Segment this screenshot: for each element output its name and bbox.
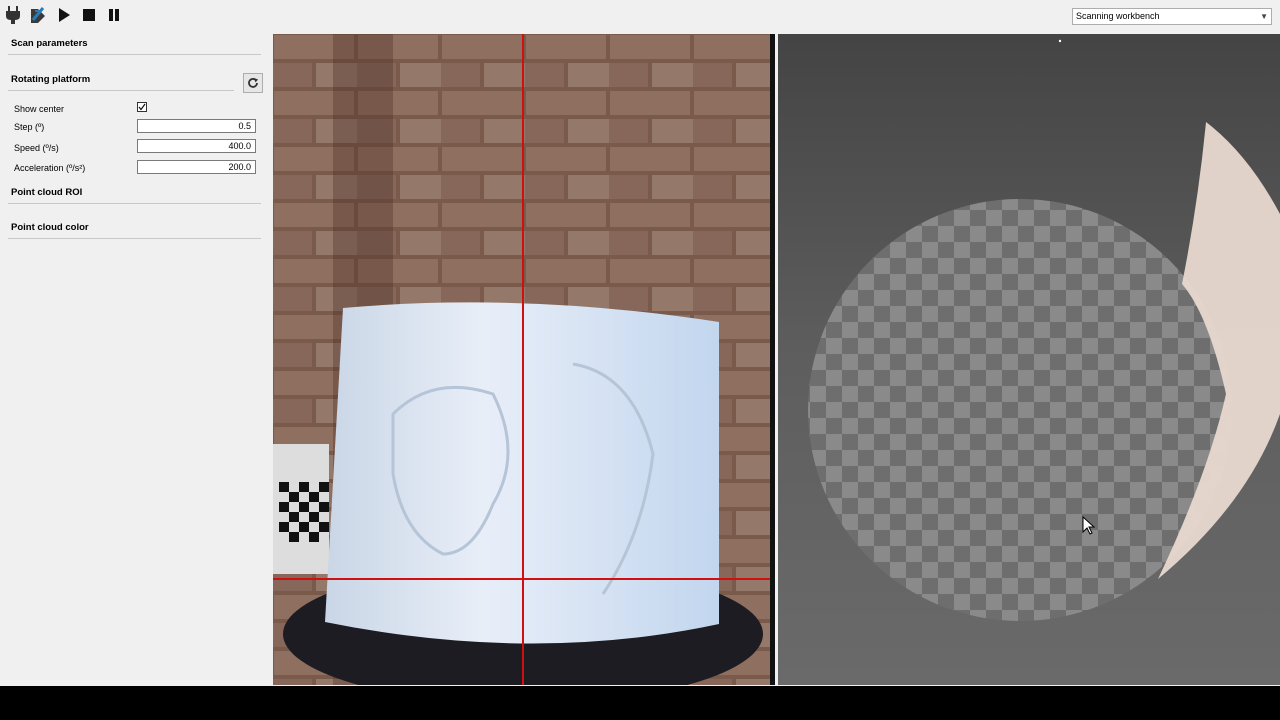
point-cloud-roi-header[interactable]: Point cloud ROI <box>11 187 82 198</box>
camera-image <box>273 34 770 685</box>
speed-label: Speed (º/s) <box>14 143 59 153</box>
acceleration-input[interactable]: 200.0 <box>137 160 256 174</box>
divider <box>8 90 234 91</box>
stop-button[interactable] <box>77 3 101 27</box>
chevron-down-icon: ▼ <box>1260 12 1268 21</box>
show-center-label: Show center <box>14 104 65 114</box>
rotating-platform-header[interactable]: Rotating platform <box>11 74 90 85</box>
stop-icon <box>83 9 95 21</box>
step-label: Step (º) <box>14 122 45 132</box>
play-button[interactable] <box>52 3 76 27</box>
workbench-select[interactable]: Scanning workbench ▼ <box>1072 8 1272 25</box>
divider <box>8 203 261 204</box>
scan-parameters-header[interactable]: Scan parameters <box>11 38 88 49</box>
pause-icon <box>109 9 119 21</box>
toolbar: Scanning workbench ▼ <box>0 0 1280 31</box>
camera-view[interactable] <box>273 34 775 685</box>
calibration-icon <box>31 7 45 23</box>
pause-button[interactable] <box>102 3 126 27</box>
acceleration-label: Acceleration (º/s²) <box>14 163 86 173</box>
connect-button[interactable] <box>1 3 25 27</box>
plug-icon <box>6 6 20 24</box>
step-input[interactable]: 0.5 <box>137 119 256 133</box>
point-cloud-3d-view[interactable] <box>778 34 1280 685</box>
divider <box>8 54 261 55</box>
taskbar <box>0 686 1280 720</box>
show-center-checkbox[interactable] <box>137 102 147 112</box>
play-icon <box>59 8 70 22</box>
point-cloud-render <box>808 39 1280 621</box>
refresh-button[interactable] <box>243 73 263 93</box>
speed-input[interactable]: 400.0 <box>137 139 256 153</box>
workbench-select-value: Scanning workbench <box>1076 11 1160 21</box>
app-window: Scanning workbench ▼ Scan parameters Rot… <box>0 0 1280 686</box>
refresh-icon <box>248 78 258 88</box>
calibrate-button[interactable] <box>26 3 50 27</box>
point-cloud-color-header[interactable]: Point cloud color <box>11 222 89 233</box>
checkmark-icon <box>138 103 146 111</box>
divider <box>8 238 261 239</box>
